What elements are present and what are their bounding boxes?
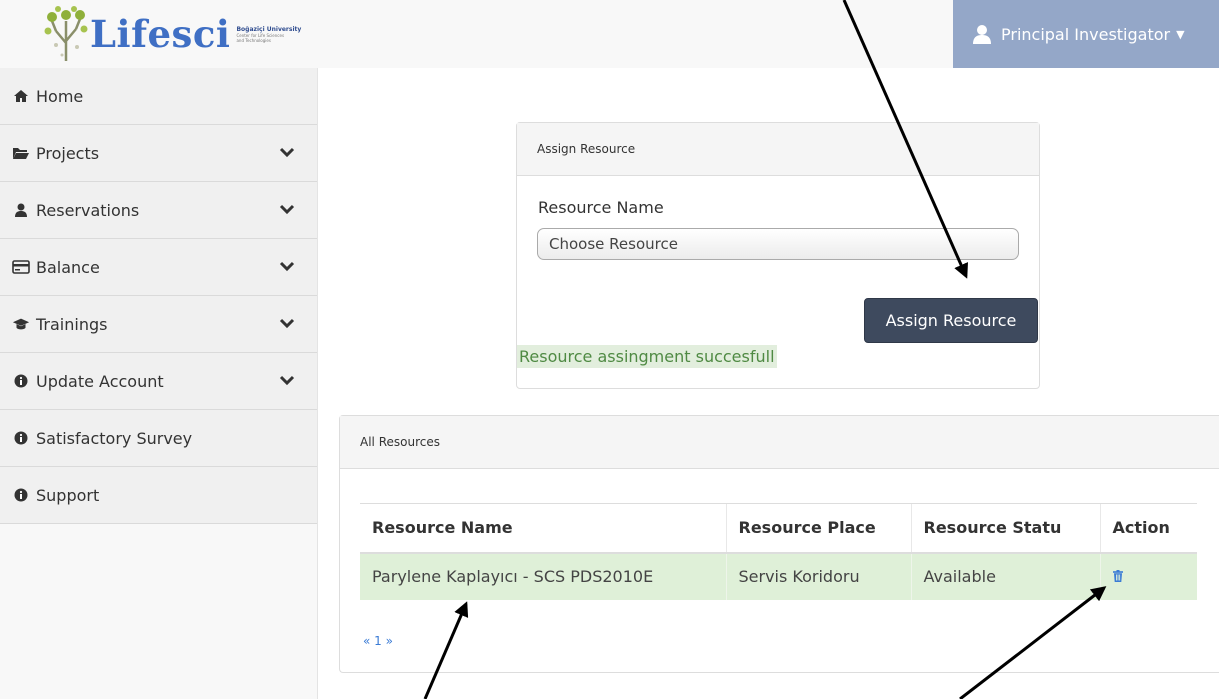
user-icon (973, 25, 991, 44)
folder-open-icon (12, 145, 30, 161)
sidebar-item-reservations[interactable]: Reservations (0, 182, 317, 239)
sidebar-item-label: Update Account (36, 371, 164, 391)
credit-card-icon (12, 259, 30, 275)
sidebar-item-label: Projects (36, 143, 100, 163)
sidebar-item-label: Trainings (36, 314, 108, 334)
info-circle-icon (12, 430, 30, 446)
all-resources-panel: All Resources Resource Name Resource Pla… (339, 415, 1219, 673)
sidebar-item-satisfactory-survey[interactable]: Satisfactory Survey (0, 410, 317, 467)
home-icon (12, 88, 30, 104)
sidebar-item-projects[interactable]: Projects (0, 125, 317, 182)
pagination-prev[interactable]: « (363, 634, 370, 648)
logo-center-line2: and Technologies (236, 37, 271, 43)
column-header-action: Action (1099, 503, 1197, 554)
logo-subtitle: Boğaziçi University Center for Life Scie… (236, 26, 301, 43)
top-bar: Lifesci Boğaziçi University Center for L… (0, 0, 1219, 68)
sidebar-item-balance[interactable]: Balance (0, 239, 317, 296)
pagination-page-1[interactable]: 1 (374, 634, 382, 648)
cell-resource-place: Servis Koridoru (725, 552, 911, 600)
caret-down-icon: ▼ (1176, 27, 1185, 41)
chevron-down-icon (279, 318, 295, 329)
info-circle-icon (12, 373, 30, 389)
assign-resource-button[interactable]: Assign Resource (864, 298, 1038, 343)
logo-university: Boğaziçi University (236, 25, 302, 33)
sidebar-item-trainings[interactable]: Trainings (0, 296, 317, 353)
assign-resource-panel: Assign Resource Resource Name Choose Res… (516, 122, 1040, 389)
lifesci-logo[interactable]: Lifesci Boğaziçi University Center for L… (44, 4, 301, 64)
resource-select[interactable]: Choose Resource (537, 228, 1019, 260)
resource-name-label: Resource Name (538, 198, 664, 217)
sidebar-item-label: Home (36, 86, 84, 106)
table-row: Parylene Kaplayıcı - SCS PDS2010E Servis… (360, 552, 1197, 600)
assign-panel-title: Assign Resource (517, 123, 1039, 176)
pagination-next[interactable]: » (386, 634, 393, 648)
resources-panel-title: All Resources (340, 416, 1219, 469)
cell-resource-name: Parylene Kaplayıcı - SCS PDS2010E (360, 552, 726, 600)
sidebar-item-label: Balance (36, 257, 100, 277)
sidebar: Home Projects Reservations Balance Train… (0, 68, 318, 699)
chevron-down-icon (279, 375, 295, 386)
resources-table: Resource Name Resource Place Resource St… (360, 503, 1197, 600)
graduation-cap-icon (12, 316, 30, 332)
sidebar-empty-area (0, 524, 317, 699)
tree-logo-icon (44, 6, 88, 61)
user-menu-label: Principal Investigator (1001, 24, 1171, 44)
user-icon (12, 202, 30, 218)
sidebar-item-label: Support (36, 485, 100, 505)
chevron-down-icon (279, 204, 295, 215)
info-circle-icon (12, 487, 30, 503)
trash-icon[interactable] (1112, 570, 1123, 582)
column-header-resource-status: Resource Statu (910, 503, 1100, 554)
cell-resource-status: Available (910, 552, 1100, 600)
sidebar-item-support[interactable]: Support (0, 467, 317, 524)
user-menu-dropdown[interactable]: Principal Investigator ▼ (953, 0, 1219, 68)
logo-wordmark: Lifesci (90, 11, 231, 56)
chevron-down-icon (279, 147, 295, 158)
chevron-down-icon (279, 261, 295, 272)
column-header-resource-name: Resource Name (360, 503, 726, 554)
sidebar-item-update-account[interactable]: Update Account (0, 353, 317, 410)
cell-action (1099, 552, 1197, 600)
sidebar-item-home[interactable]: Home (0, 68, 317, 125)
column-header-resource-place: Resource Place (725, 503, 911, 554)
table-header-row: Resource Name Resource Place Resource St… (360, 503, 1197, 554)
success-message: Resource assingment succesfull (517, 345, 777, 368)
sidebar-item-label: Satisfactory Survey (36, 428, 193, 448)
sidebar-item-label: Reservations (36, 200, 140, 220)
pagination: « 1 » (363, 634, 393, 648)
